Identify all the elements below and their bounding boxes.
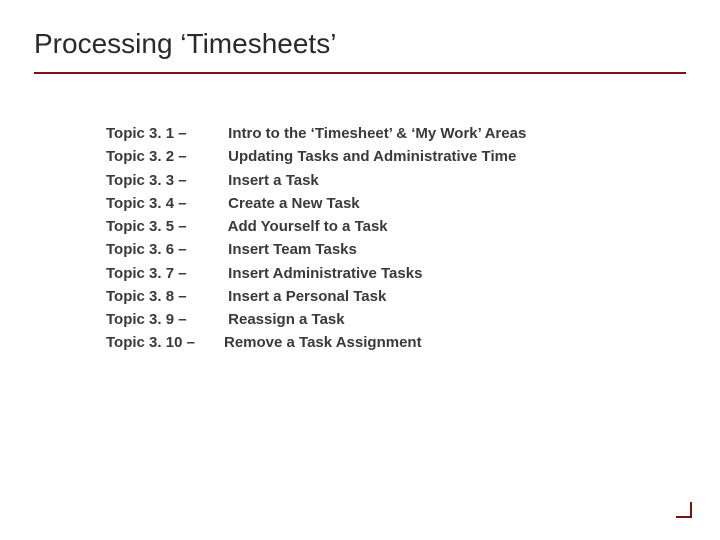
- topic-number: Topic 3. 3 –: [106, 169, 224, 192]
- list-item: Topic 3. 3 – Insert a Task: [106, 169, 686, 192]
- topic-description: Insert a Personal Task: [224, 285, 386, 308]
- list-item: Topic 3. 7 – Insert Administrative Tasks: [106, 262, 686, 285]
- topic-number: Topic 3. 1 –: [106, 122, 224, 145]
- topic-description: Add Yourself to a Task: [224, 215, 388, 238]
- topic-list: Topic 3. 1 – Intro to the ‘Timesheet’ & …: [34, 122, 686, 355]
- list-item: Topic 3. 2 – Updating Tasks and Administ…: [106, 145, 686, 168]
- topic-number: Topic 3. 10 –: [106, 331, 224, 354]
- topic-number: Topic 3. 7 –: [106, 262, 224, 285]
- page-title: Processing ‘Timesheets’: [34, 28, 686, 68]
- topic-description: Remove a Task Assignment: [224, 331, 422, 354]
- topic-description: Updating Tasks and Administrative Time: [224, 145, 516, 168]
- list-item: Topic 3. 5 – Add Yourself to a Task: [106, 215, 686, 238]
- topic-description: Insert a Task: [224, 169, 319, 192]
- topic-description: Insert Team Tasks: [224, 238, 357, 261]
- topic-number: Topic 3. 5 –: [106, 215, 224, 238]
- list-item: Topic 3. 6 – Insert Team Tasks: [106, 238, 686, 261]
- topic-number: Topic 3. 4 –: [106, 192, 224, 215]
- topic-description: Create a New Task: [224, 192, 360, 215]
- list-item: Topic 3. 9 – Reassign a Task: [106, 308, 686, 331]
- topic-description: Insert Administrative Tasks: [224, 262, 422, 285]
- corner-decoration-icon: [676, 502, 692, 518]
- slide: Processing ‘Timesheets’ Topic 3. 1 – Int…: [0, 0, 720, 540]
- list-item: Topic 3. 10 – Remove a Task Assignment: [106, 331, 686, 354]
- list-item: Topic 3. 1 – Intro to the ‘Timesheet’ & …: [106, 122, 686, 145]
- topic-description: Intro to the ‘Timesheet’ & ‘My Work’ Are…: [224, 122, 526, 145]
- topic-number: Topic 3. 6 –: [106, 238, 224, 261]
- topic-description: Reassign a Task: [224, 308, 345, 331]
- list-item: Topic 3. 4 – Create a New Task: [106, 192, 686, 215]
- topic-number: Topic 3. 8 –: [106, 285, 224, 308]
- title-underline: [34, 72, 686, 74]
- list-item: Topic 3. 8 – Insert a Personal Task: [106, 285, 686, 308]
- topic-number: Topic 3. 9 –: [106, 308, 224, 331]
- topic-number: Topic 3. 2 –: [106, 145, 224, 168]
